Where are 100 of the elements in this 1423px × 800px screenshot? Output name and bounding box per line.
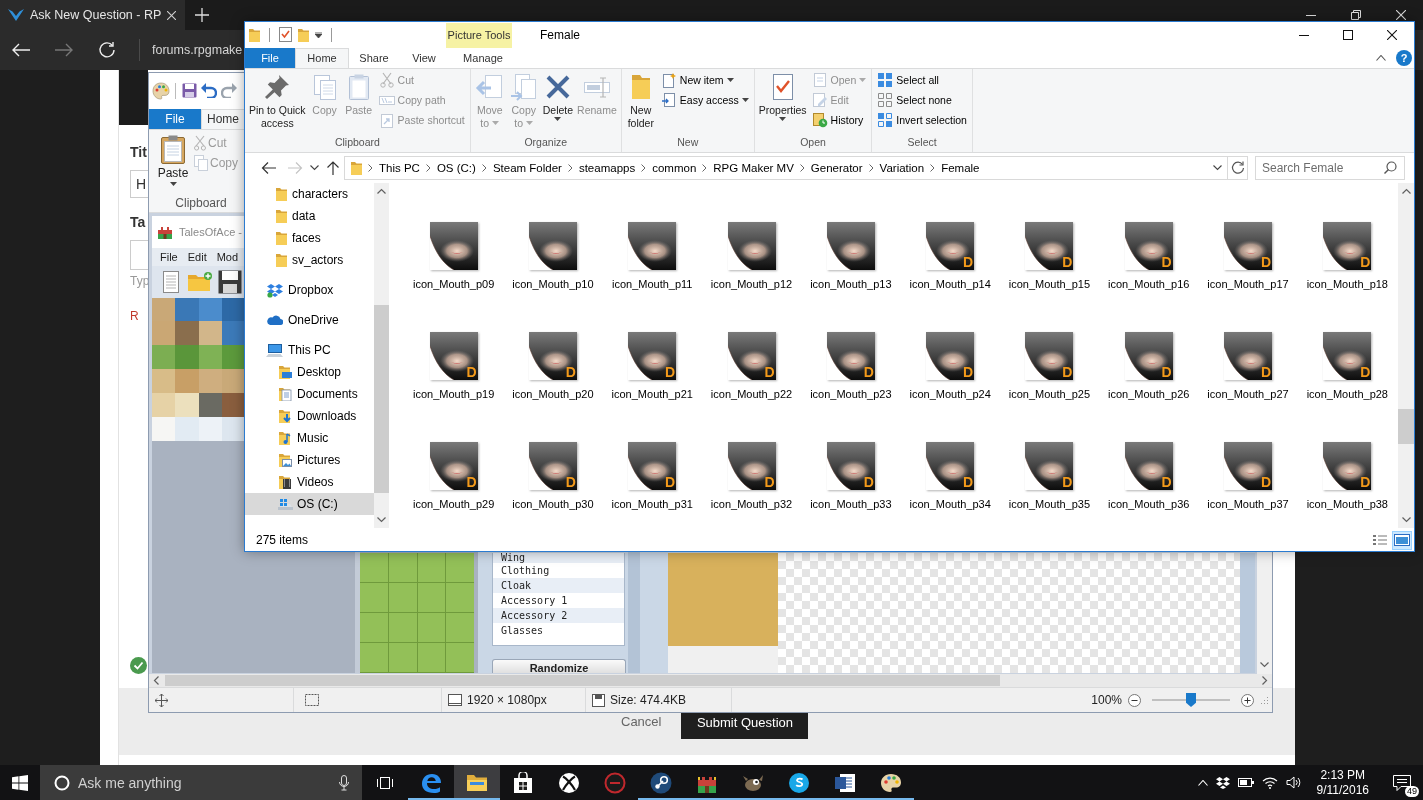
new-document-icon[interactable] bbox=[160, 269, 182, 294]
scrollbar-track[interactable] bbox=[1398, 183, 1414, 529]
nav-item[interactable]: Pictures bbox=[245, 449, 374, 472]
save-icon[interactable] bbox=[218, 269, 242, 294]
input-field[interactable] bbox=[130, 240, 148, 270]
scroll-down-icon[interactable] bbox=[377, 517, 386, 524]
ribbon-button[interactable]: Delete bbox=[540, 69, 576, 136]
file-name[interactable]: icon_Mouth_p24 bbox=[909, 387, 991, 402]
undo-icon[interactable] bbox=[201, 83, 217, 99]
nav-item[interactable]: characters bbox=[245, 183, 374, 206]
list-item[interactable]: Clothing bbox=[493, 562, 624, 578]
breadcrumb-item[interactable]: OS (C:) bbox=[436, 162, 476, 175]
ribbon-tab[interactable]: View bbox=[399, 47, 449, 69]
nav-item[interactable]: data bbox=[245, 205, 374, 228]
ribbon-button[interactable]: Select none bbox=[876, 90, 968, 111]
microphone-icon[interactable] bbox=[339, 775, 349, 791]
paste-button[interactable]: Paste bbox=[156, 129, 190, 196]
file-name[interactable]: icon_Mouth_p20 bbox=[512, 387, 594, 402]
file-name[interactable]: icon_Mouth_p23 bbox=[810, 387, 892, 402]
forward-arrow-icon[interactable] bbox=[53, 42, 74, 58]
nav-item[interactable]: Videos bbox=[245, 471, 374, 494]
nav-item[interactable]: This PC bbox=[245, 339, 374, 362]
ribbon-button[interactable]: Easy access bbox=[659, 90, 750, 111]
file-name[interactable]: icon_Mouth_p28 bbox=[1306, 387, 1388, 402]
wifi-icon[interactable] bbox=[1261, 776, 1278, 789]
ribbon-button[interactable]: Invert selection bbox=[876, 110, 968, 131]
file-name[interactable]: icon_Mouth_p37 bbox=[1207, 497, 1289, 512]
refresh-icon[interactable] bbox=[97, 41, 116, 59]
file-name[interactable]: icon_Mouth_p27 bbox=[1207, 387, 1289, 402]
nav-item[interactable]: sv_actors bbox=[245, 249, 374, 272]
file-name[interactable]: icon_Mouth_p38 bbox=[1306, 497, 1388, 512]
scroll-down-icon[interactable] bbox=[1401, 517, 1411, 524]
ribbon-tab[interactable]: File bbox=[245, 47, 295, 69]
list-item[interactable]: Accessory 2 bbox=[493, 607, 624, 623]
search-icon[interactable] bbox=[1384, 161, 1397, 175]
file-name[interactable]: icon_Mouth_p22 bbox=[710, 387, 793, 402]
scrollbar-track[interactable] bbox=[374, 183, 389, 529]
properties-icon[interactable] bbox=[279, 27, 292, 43]
customize-caret-icon[interactable] bbox=[315, 31, 322, 38]
ribbon-button[interactable]: History bbox=[810, 110, 868, 131]
chevron-down-icon[interactable] bbox=[310, 165, 320, 172]
breadcrumb-item[interactable]: Variation bbox=[879, 162, 925, 175]
view-button[interactable] bbox=[1392, 530, 1412, 550]
breadcrumb-item[interactable]: RPG Maker MV bbox=[713, 162, 794, 175]
taskbar-app-button[interactable] bbox=[454, 765, 500, 800]
start-icon[interactable] bbox=[12, 774, 28, 791]
search-field[interactable]: Ask me anything bbox=[40, 765, 362, 800]
close-icon[interactable] bbox=[1387, 29, 1397, 40]
search-field[interactable]: Search Female bbox=[1255, 156, 1405, 181]
plus-icon[interactable] bbox=[195, 8, 209, 22]
restore-icon[interactable] bbox=[1350, 10, 1361, 20]
file-name[interactable]: icon_Mouth_p16 bbox=[1108, 277, 1190, 292]
refresh-button[interactable] bbox=[1228, 156, 1248, 181]
ribbon-button[interactable]: New item bbox=[659, 70, 750, 91]
palette-icon[interactable] bbox=[152, 81, 170, 100]
breadcrumb-item[interactable]: common bbox=[652, 162, 697, 175]
scrollbar-thumb[interactable] bbox=[1398, 409, 1414, 445]
nav-item[interactable]: Music bbox=[245, 427, 374, 450]
nav-item[interactable]: OS (C:) bbox=[245, 493, 374, 516]
task-view-icon[interactable] bbox=[376, 774, 394, 791]
resize-grip-icon[interactable] bbox=[1260, 696, 1268, 705]
file-name[interactable]: icon_Mouth_p17 bbox=[1207, 277, 1289, 292]
nav-item[interactable]: OneDrive bbox=[245, 309, 374, 332]
maximize-icon[interactable] bbox=[1343, 29, 1353, 40]
save-icon[interactable] bbox=[182, 83, 197, 99]
file-name[interactable]: icon_Mouth_p19 bbox=[412, 387, 495, 402]
breadcrumb-item[interactable]: Female bbox=[941, 162, 980, 175]
nav-item[interactable]: Desktop bbox=[245, 361, 374, 384]
up-arrow-icon[interactable] bbox=[326, 160, 341, 177]
nav-item[interactable]: faces bbox=[245, 227, 374, 250]
list-item[interactable]: Wing bbox=[493, 552, 624, 563]
breadcrumb-item[interactable]: Steam Folder bbox=[492, 162, 562, 175]
file-name[interactable]: icon_Mouth_p12 bbox=[710, 277, 793, 292]
breadcrumb-item[interactable]: steamapps bbox=[578, 162, 636, 175]
file-name[interactable]: icon_Mouth_p32 bbox=[710, 497, 793, 512]
scroll-left-icon[interactable] bbox=[153, 676, 159, 686]
file-name[interactable]: icon_Mouth_p31 bbox=[611, 497, 693, 512]
scrollbar-track[interactable] bbox=[149, 674, 1272, 688]
list-item[interactable]: Accessory 1 bbox=[493, 592, 624, 608]
scroll-up-icon[interactable] bbox=[377, 188, 386, 195]
menu-item[interactable]: File bbox=[160, 250, 178, 263]
list-item[interactable]: Cloak bbox=[493, 577, 624, 593]
address-bar[interactable]: This PC OS (C:) Steam Folder steamapps common RPG Maker MV Generator Variation Female bbox=[344, 156, 1228, 181]
slider-thumb[interactable] bbox=[1186, 693, 1196, 708]
menu-item[interactable]: Mod bbox=[216, 250, 239, 263]
file-name[interactable]: icon_Mouth_p14 bbox=[909, 277, 991, 292]
scroll-right-icon[interactable] bbox=[1262, 676, 1268, 686]
ribbon-tab[interactable]: Home bbox=[201, 108, 245, 129]
browser-tab[interactable]: Ask New Question - RP bbox=[0, 0, 185, 30]
list-item[interactable]: Glasses bbox=[493, 622, 624, 638]
nav-item[interactable]: Documents bbox=[245, 383, 374, 406]
scrollbar-thumb[interactable] bbox=[374, 305, 389, 494]
volume-icon[interactable] bbox=[1285, 776, 1301, 789]
back-arrow-icon[interactable] bbox=[260, 161, 277, 176]
randomize-button[interactable]: Randomize bbox=[492, 658, 626, 673]
breadcrumb-item[interactable]: This PC bbox=[379, 162, 420, 175]
ribbon-button[interactable]: Properties bbox=[756, 69, 809, 136]
menu-item[interactable]: Edit bbox=[187, 250, 207, 263]
zoom-in-icon[interactable] bbox=[1241, 693, 1254, 707]
ribbon-button[interactable]: New folder bbox=[623, 69, 658, 136]
